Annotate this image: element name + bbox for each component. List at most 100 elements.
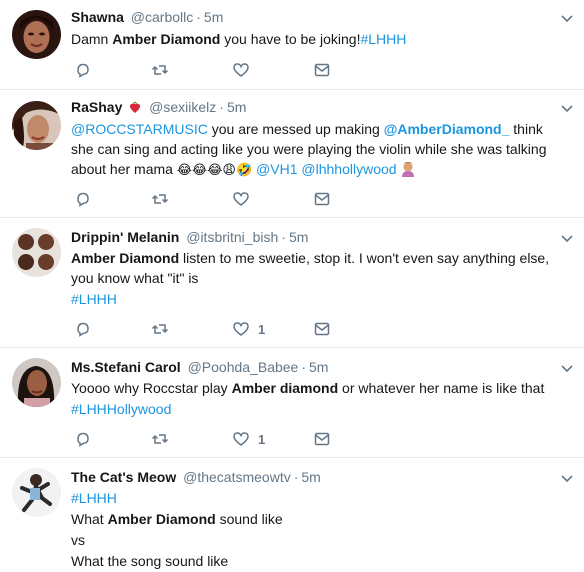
emoji-group: 😂😂😂😩🤣 <box>176 162 253 177</box>
chevron-down-icon[interactable] <box>560 104 574 114</box>
handle[interactable]: @thecatsmeowtv <box>183 469 291 485</box>
reply-button[interactable] <box>74 319 92 339</box>
separator-dot: · <box>219 99 224 115</box>
tweet-text-run: or whatever her name is like that <box>338 380 545 396</box>
tweet-text-run: Yoooo why Roccstar play <box>71 380 232 396</box>
reply-button[interactable] <box>74 429 92 449</box>
hashtag[interactable]: #LHHHollywood <box>71 399 556 419</box>
chevron-down-icon[interactable] <box>560 474 574 484</box>
hashtag[interactable]: #LHHH <box>71 289 556 309</box>
timestamp[interactable]: 5m <box>309 359 328 375</box>
tweet-text: @ROCCSTARMUSIC you are messed up making … <box>71 119 556 180</box>
retweet-button[interactable] <box>151 429 169 449</box>
avatar-photo <box>12 101 61 150</box>
tweet-link[interactable]: @ROCCSTARMUSIC <box>71 121 208 137</box>
separator-dot: · <box>196 9 201 25</box>
display-name[interactable]: Shawna <box>71 9 124 25</box>
handle[interactable]: @Poohda_Babee <box>188 359 299 375</box>
direct-message-button[interactable] <box>313 429 331 449</box>
chevron-down-icon[interactable] <box>560 14 574 24</box>
timestamp[interactable]: 5m <box>227 99 246 115</box>
tweet-text: Damn Amber Diamond you have to be joking… <box>71 29 556 49</box>
reply-button[interactable] <box>74 60 92 80</box>
handle[interactable]: @itsbritni_bish <box>186 229 278 245</box>
tweet-the-cats-meow[interactable]: The Cat's Meow @thecatsmeowtv · 5m #LHHH W… <box>0 458 584 572</box>
reply-icon <box>77 432 89 447</box>
avatar-photo <box>12 228 61 277</box>
tweet-line: What Amber Diamond sound like <box>71 511 283 527</box>
direct-message-button[interactable] <box>313 319 331 339</box>
separator-dot: · <box>293 469 299 485</box>
mention-name: Amber Diamond <box>71 250 180 266</box>
chevron-down-icon[interactable] <box>560 364 574 374</box>
timestamp[interactable]: 5m <box>289 229 308 245</box>
tweet-link[interactable]: #LHHH <box>360 31 406 47</box>
tweet-text-run: you have to be joking! <box>220 31 361 47</box>
like-count: 1 <box>258 431 266 447</box>
tweet-ms-stefani-carol[interactable]: Ms.Stefani Carol @Poohda_Babee · 5m Yoooo … <box>0 348 584 458</box>
separator-dot: · <box>281 229 286 245</box>
chevron-down-icon[interactable] <box>560 234 574 244</box>
like-button[interactable] <box>232 60 250 80</box>
heart-icon <box>233 432 249 446</box>
direct-message-icon <box>314 63 330 77</box>
display-name[interactable]: The Cat's Meow <box>71 469 176 485</box>
direct-message-icon <box>314 322 330 336</box>
tweet-link[interactable]: @AmberDiamond_ <box>384 121 510 137</box>
heart-icon <box>233 63 249 77</box>
tweet-text: Yoooo why Roccstar play Amber diamond or… <box>71 378 556 398</box>
reply-button[interactable] <box>74 189 92 209</box>
avatar-photo <box>12 468 61 517</box>
avatar[interactable] <box>12 228 61 277</box>
tweet-link[interactable]: @lhhhollywood <box>301 161 396 177</box>
handle[interactable]: @carbollc <box>131 9 193 25</box>
like-button[interactable] <box>232 189 250 209</box>
tweet-drippin-melanin[interactable]: Drippin' Melanin @itsbritni_bish · 5m Ambe… <box>0 218 584 348</box>
mention-name: Amber diamond <box>231 380 339 396</box>
avatar-photo <box>12 10 61 59</box>
display-name[interactable]: RaShay <box>71 99 122 115</box>
tweet-text: Amber Diamond listen to me sweetie, stop… <box>71 248 556 288</box>
display-name[interactable]: Ms.Stefani Carol <box>71 359 181 375</box>
reply-icon <box>77 322 89 337</box>
tweet-rashay[interactable]: RaShay @sexiikelz · 5m @ROCCSTARMUSIC you … <box>0 90 584 218</box>
avatar-photo <box>12 358 61 407</box>
retweet-icon <box>151 194 169 204</box>
avatar[interactable] <box>12 101 61 150</box>
tweet-line: vs <box>71 532 85 548</box>
avatar[interactable] <box>12 358 61 407</box>
retweet-icon <box>151 324 169 334</box>
like-button[interactable]: 1 <box>232 429 265 449</box>
avatar[interactable] <box>12 468 61 517</box>
display-name[interactable]: Drippin' Melanin <box>71 229 179 245</box>
separator-dot: · <box>301 359 307 375</box>
facepalm-emoji-icon <box>401 161 414 177</box>
direct-message-icon <box>314 432 330 446</box>
timestamp[interactable]: 5m <box>301 469 320 485</box>
handle[interactable]: @sexiikelz <box>149 99 216 115</box>
mention-name: Amber Diamond <box>112 31 221 47</box>
hashtag[interactable]: #LHHH <box>71 488 556 508</box>
direct-message-button[interactable] <box>313 60 331 80</box>
heart-icon <box>233 192 249 206</box>
tweet-shawna[interactable]: Shawna @carbollc · 5m Damn Amber Diamond y… <box>0 0 584 90</box>
direct-message-icon <box>314 192 330 206</box>
tweet-line: What the song sound like <box>71 553 229 569</box>
retweet-icon <box>151 65 169 75</box>
heart-icon <box>233 322 249 336</box>
strawberry-icon <box>130 101 141 113</box>
reply-icon <box>77 63 89 78</box>
timestamp[interactable]: 5m <box>204 9 223 25</box>
retweet-button[interactable] <box>151 319 169 339</box>
tweet-text-run: you are messed up making <box>207 121 384 137</box>
tweet-text-run: Damn <box>71 31 113 47</box>
retweet-button[interactable] <box>151 60 169 80</box>
reply-icon <box>77 192 89 207</box>
retweet-icon <box>151 434 169 444</box>
tweet-link[interactable]: @VH1 <box>256 161 297 177</box>
like-count: 1 <box>258 321 266 337</box>
retweet-button[interactable] <box>151 189 169 209</box>
avatar[interactable] <box>12 10 61 59</box>
like-button[interactable]: 1 <box>232 319 265 339</box>
direct-message-button[interactable] <box>313 189 331 209</box>
